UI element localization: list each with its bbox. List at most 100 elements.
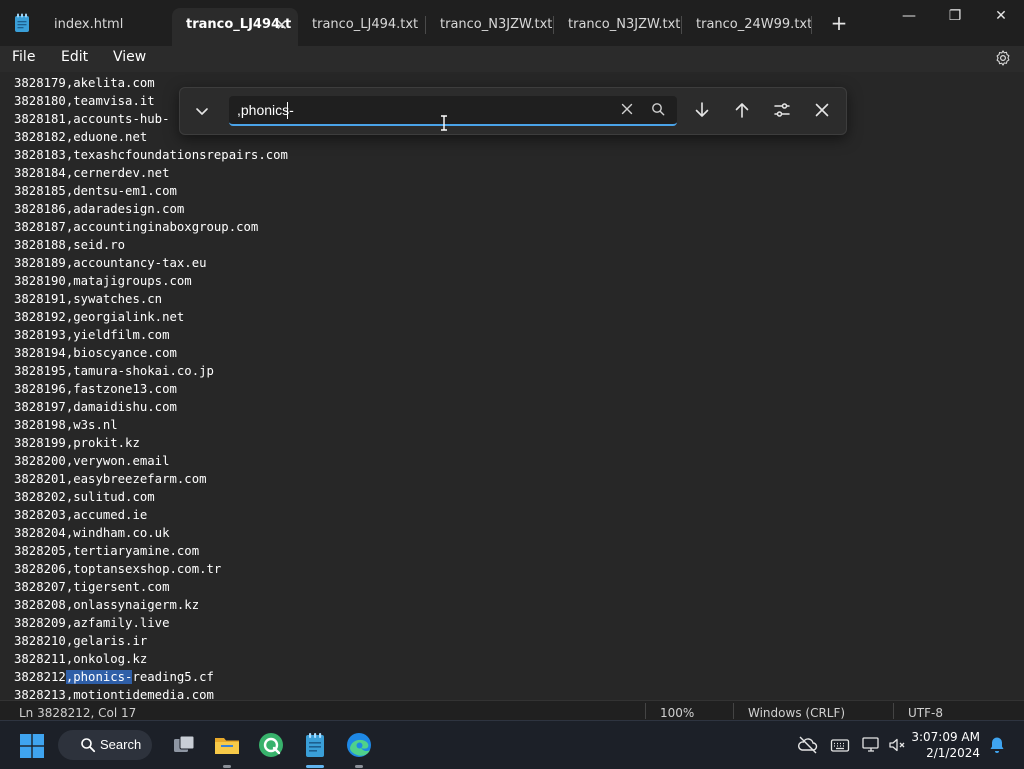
text-line: 3828184,cernerdev.net (14, 166, 170, 180)
line-domain: yieldfilm.com (73, 328, 170, 342)
line-rank: 3828204 (14, 526, 66, 540)
text-line: 3828194,bioscyance.com (14, 346, 177, 360)
app-q-icon[interactable] (257, 731, 285, 759)
tab-tranco-n3jzw-2[interactable]: tranco_N3JZW.txt (554, 8, 680, 46)
find-next-icon[interactable] (692, 100, 712, 120)
windows-start-icon[interactable] (19, 733, 45, 759)
search-icon[interactable] (650, 101, 666, 117)
tab-tranco-24w99[interactable]: tranco_24W99.txt (682, 8, 812, 46)
close-find-icon[interactable] (812, 100, 832, 120)
line-ending[interactable]: Windows (CRLF) (748, 706, 845, 720)
line-domain: onlassynaigerm.kz (73, 598, 200, 612)
text-line: 3828195,tamura-shokai.co.jp (14, 364, 214, 378)
search-icon (81, 738, 96, 753)
line-rank: 3828202 (14, 490, 66, 504)
line-domain: fastzone13.com (73, 382, 177, 396)
minimize-button[interactable]: — (886, 0, 932, 32)
chevron-down-icon[interactable] (192, 101, 212, 121)
text-line: 3828208,onlassynaigerm.kz (14, 598, 200, 612)
line-rank: 3828179 (14, 76, 66, 90)
clear-icon[interactable] (619, 101, 635, 117)
taskbar-search[interactable]: Search (58, 730, 152, 760)
line-domain: prokit.kz (73, 436, 140, 450)
encoding[interactable]: UTF-8 (908, 706, 943, 720)
line-rank: 3828212 (14, 670, 66, 684)
text-line: 3828200,verywon.email (14, 454, 170, 468)
find-previous-icon[interactable] (732, 100, 752, 120)
notification-bell-icon[interactable] (987, 735, 1007, 755)
line-rank: 3828183 (14, 148, 66, 162)
volume-muted-icon[interactable] (887, 735, 907, 755)
line-domain: w3s.nl (73, 418, 118, 432)
line-domain: teamvisa.it (73, 94, 155, 108)
tab-tranco-n3jzw-1[interactable]: tranco_N3JZW.txt (426, 8, 552, 46)
new-tab-button[interactable]: + (826, 10, 852, 36)
keyboard-icon[interactable] (830, 735, 850, 755)
maximize-button[interactable]: ❐ (932, 0, 978, 32)
line-rank: 3828180 (14, 94, 66, 108)
tab-tranco-lj494-active[interactable]: tranco_LJ494.t ✕ (172, 8, 298, 46)
status-divider (893, 703, 894, 719)
line-rank: 3828213 (14, 688, 66, 700)
text-line: 3828189,accountancy-tax.eu (14, 256, 207, 270)
find-options-icon[interactable] (772, 100, 792, 120)
line-domain: verywon.email (73, 454, 170, 468)
tab-index-html[interactable]: index.html (40, 8, 168, 46)
task-view-icon[interactable] (170, 731, 198, 759)
status-bar: Ln 3828212, Col 17 100% Windows (CRLF) U… (0, 700, 1024, 721)
network-icon[interactable] (861, 735, 881, 755)
line-rank: 3828211 (14, 652, 66, 666)
line-rank: 3828185 (14, 184, 66, 198)
text-line: 3828203,accumed.ie (14, 508, 148, 522)
text-line: 3828202,sulitud.com (14, 490, 155, 504)
taskbar-clock[interactable]: 3:07:09 AM 2/1/2024 (911, 729, 980, 761)
line-domain: azfamily.live (73, 616, 170, 630)
notepad-taskbar-icon[interactable] (301, 731, 329, 759)
tab-tranco-lj494[interactable]: tranco_LJ494.txt (298, 8, 424, 46)
line-rank: 3828190 (14, 274, 66, 288)
line-domain: tertiaryamine.com (73, 544, 200, 558)
zoom-level[interactable]: 100% (660, 706, 694, 720)
close-window-button[interactable]: ✕ (978, 0, 1024, 32)
line-domain: easybreezefarm.com (73, 472, 207, 486)
menu-bar: File Edit View (0, 46, 1024, 72)
line-rank: 3828201 (14, 472, 66, 486)
text-line: 3828187,accountinginaboxgroup.com (14, 220, 259, 234)
line-domain: accountinginaboxgroup.com (73, 220, 259, 234)
text-line: 3828193,yieldfilm.com (14, 328, 170, 342)
menu-view[interactable]: View (113, 49, 146, 65)
line-rank: 3828208 (14, 598, 66, 612)
text-line: 3828186,adaradesign.com (14, 202, 185, 216)
title-bar: index.html tranco_LJ494.t ✕ tranco_LJ494… (0, 0, 1024, 46)
line-domain: damaidishu.com (73, 400, 177, 414)
line-domain: eduone.net (73, 130, 148, 144)
text-cursor-icon (441, 115, 447, 131)
find-input[interactable] (237, 101, 607, 119)
line-domain: accounts-hub- (73, 112, 170, 126)
line-rank: 3828197 (14, 400, 66, 414)
search-match-highlight: ,phonics- (65, 670, 133, 684)
line-rank: 3828205 (14, 544, 66, 558)
line-domain: onkolog.kz (73, 652, 148, 666)
line-rank: 3828191 (14, 292, 66, 306)
text-line: 3828199,prokit.kz (14, 436, 140, 450)
text-line: 3828210,gelaris.ir (14, 634, 148, 648)
menu-edit[interactable]: Edit (61, 49, 88, 65)
tab-close-icon[interactable]: ✕ (275, 16, 288, 34)
edge-browser-icon[interactable] (345, 731, 373, 759)
find-bar (179, 87, 847, 135)
line-domain: windham.co.uk (73, 526, 170, 540)
line-domain: dentsu-em1.com (73, 184, 177, 198)
text-line: 3828204,windham.co.uk (14, 526, 170, 540)
line-rank: 3828184 (14, 166, 66, 180)
line-rank: 3828181 (14, 112, 66, 126)
line-domain: gelaris.ir (73, 634, 148, 648)
status-divider (645, 703, 646, 719)
find-input-container[interactable] (229, 96, 677, 126)
onedrive-offline-icon[interactable] (797, 735, 819, 755)
text-editor[interactable]: 3828179,akelita.com 3828180,teamvisa.it 38… (0, 72, 1024, 700)
menu-file[interactable]: File (12, 49, 35, 65)
file-explorer-icon[interactable] (213, 731, 241, 759)
notepad-icon (15, 13, 29, 32)
gear-icon[interactable] (994, 49, 1012, 67)
